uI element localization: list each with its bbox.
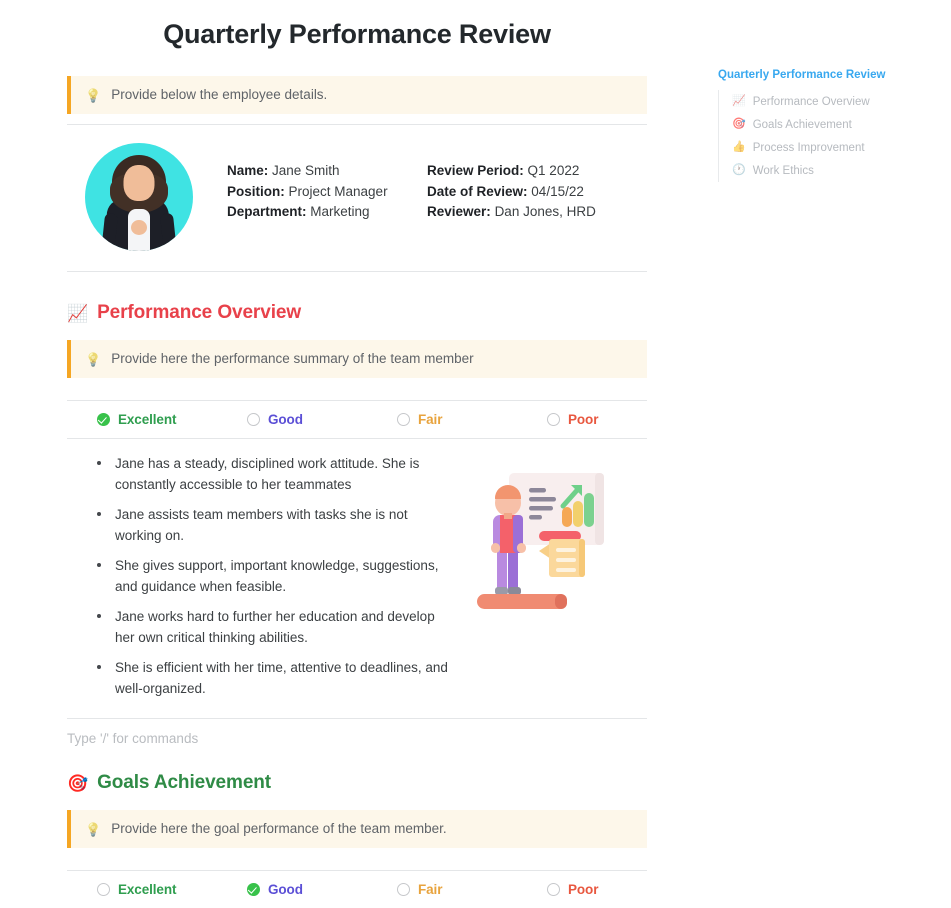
field-date-of-review: Date of Review: 04/15/22	[427, 182, 637, 203]
field-department-label: Department:	[227, 204, 307, 220]
intro-callout[interactable]: 💡 Provide below the employee details.	[67, 76, 647, 115]
chart-increasing-icon: 📈	[67, 303, 89, 323]
toc-item-label: Performance Overview	[752, 95, 870, 108]
radio-poor-icon[interactable]	[547, 413, 560, 427]
toc-item-performance-overview[interactable]: 📈 Performance Overview	[719, 90, 943, 113]
lightbulb-icon: 💡	[85, 351, 102, 367]
goals-achievement-rating-row: Excellent Good Fair Poor	[67, 871, 647, 908]
radio-good-icon[interactable]	[247, 413, 260, 427]
bullseye-icon: 🎯	[67, 773, 89, 793]
list-item[interactable]: She is efficient with her time, attentiv…	[93, 657, 457, 699]
thumbs-up-icon: 👍	[732, 141, 746, 153]
radio-good-icon[interactable]	[247, 883, 260, 897]
clock-icon: 🕐	[732, 164, 746, 176]
radio-poor-icon[interactable]	[547, 883, 560, 897]
rating-option-fair[interactable]: Fair	[397, 882, 547, 897]
field-date-of-review-value[interactable]: 04/15/22	[531, 184, 584, 199]
toc-item-label: Work Ethics	[752, 164, 814, 177]
toc-title[interactable]: Quarterly Performance Review	[718, 68, 943, 83]
rating-label-excellent: Excellent	[118, 882, 177, 898]
chart-increasing-icon: 📈	[732, 95, 746, 107]
toc-item-label: Process Improvement	[752, 141, 865, 154]
list-item[interactable]: Jane works hard to further her education…	[93, 606, 457, 648]
rating-label-fair: Fair	[418, 412, 443, 428]
bullseye-icon: 🎯	[732, 118, 746, 130]
field-reviewer-label: Reviewer:	[427, 204, 491, 220]
command-placeholder[interactable]: Type '/' for commands	[67, 719, 647, 746]
presenter-with-chart-board-illustration	[467, 463, 617, 613]
avatar[interactable]	[85, 143, 193, 252]
table-of-contents: Quarterly Performance Review 📈 Performan…	[718, 68, 943, 182]
toc-item-goals-achievement[interactable]: 🎯 Goals Achievement	[719, 113, 943, 136]
rating-option-fair[interactable]: Fair	[397, 412, 547, 427]
lightbulb-icon: 💡	[85, 821, 102, 837]
toc-item-process-improvement[interactable]: 👍 Process Improvement	[719, 136, 943, 159]
rating-label-poor: Poor	[568, 412, 599, 428]
rating-label-good: Good	[268, 882, 303, 898]
employee-details: Name: Jane Smith Position: Project Manag…	[67, 125, 647, 271]
avatar-wrapper	[85, 141, 195, 252]
rating-label-excellent: Excellent	[118, 412, 177, 428]
field-review-period-value[interactable]: Q1 2022	[528, 163, 580, 178]
list-item[interactable]: Jane has a steady, disciplined work atti…	[93, 453, 457, 495]
rating-option-excellent[interactable]: Excellent	[97, 882, 247, 897]
toc-item-label: Goals Achievement	[752, 118, 852, 131]
field-name-label: Name:	[227, 163, 269, 179]
rating-option-poor[interactable]: Poor	[547, 412, 697, 427]
rating-option-good[interactable]: Good	[247, 412, 397, 427]
field-department-value[interactable]: Marketing	[310, 204, 369, 219]
employee-fields-left: Name: Jane Smith Position: Project Manag…	[227, 161, 427, 223]
toc-item-work-ethics[interactable]: 🕐 Work Ethics	[719, 159, 943, 182]
radio-excellent-icon[interactable]	[97, 413, 110, 427]
performance-overview-callout-text: Provide here the performance summary of …	[111, 350, 474, 366]
rating-option-excellent[interactable]: Excellent	[97, 412, 247, 427]
rating-label-good: Good	[268, 412, 303, 428]
field-position: Position: Project Manager	[227, 182, 427, 203]
field-name-value[interactable]: Jane Smith	[272, 163, 340, 178]
performance-overview-bullet-list: Jane has a steady, disciplined work atti…	[67, 453, 457, 708]
radio-fair-icon[interactable]	[397, 883, 410, 897]
section-heading-label: Goals Achievement	[97, 772, 272, 794]
field-review-period: Review Period: Q1 2022	[427, 161, 637, 182]
rating-label-poor: Poor	[568, 882, 599, 898]
rating-option-good[interactable]: Good	[247, 882, 397, 897]
toc-list: 📈 Performance Overview 🎯 Goals Achieveme…	[718, 90, 943, 182]
field-reviewer: Reviewer: Dan Jones, HRD	[427, 202, 637, 223]
page-title[interactable]: Quarterly Performance Review	[67, 18, 647, 50]
performance-overview-rating-row: Excellent Good Fair Poor	[67, 401, 647, 438]
performance-overview-callout[interactable]: 💡 Provide here the performance summary o…	[67, 340, 647, 379]
goals-achievement-callout[interactable]: 💡 Provide here the goal performance of t…	[67, 810, 647, 849]
field-review-period-label: Review Period:	[427, 163, 524, 179]
employee-fields-right: Review Period: Q1 2022 Date of Review: 0…	[427, 161, 637, 223]
radio-excellent-icon[interactable]	[97, 883, 110, 897]
field-position-label: Position:	[227, 183, 285, 199]
document-page: Quarterly Performance Review 💡 Provide b…	[0, 0, 951, 897]
field-reviewer-value[interactable]: Dan Jones, HRD	[495, 204, 596, 219]
rating-option-poor[interactable]: Poor	[547, 882, 697, 897]
intro-callout-text: Provide below the employee details.	[111, 86, 328, 102]
performance-overview-content: Jane has a steady, disciplined work atti…	[67, 439, 647, 708]
section-heading-goals-achievement[interactable]: 🎯 Goals Achievement	[67, 772, 647, 794]
radio-fair-icon[interactable]	[397, 413, 410, 427]
field-position-value[interactable]: Project Manager	[289, 184, 388, 199]
lightbulb-icon: 💡	[85, 87, 102, 103]
field-date-of-review-label: Date of Review:	[427, 183, 528, 199]
rating-label-fair: Fair	[418, 882, 443, 898]
section-heading-label: Performance Overview	[97, 302, 302, 324]
field-department: Department: Marketing	[227, 202, 427, 223]
document-body: Quarterly Performance Review 💡 Provide b…	[0, 0, 714, 897]
section-heading-performance-overview[interactable]: 📈 Performance Overview	[67, 302, 647, 324]
field-name: Name: Jane Smith	[227, 161, 427, 182]
list-item[interactable]: She gives support, important knowledge, …	[93, 555, 457, 597]
list-item[interactable]: Jane assists team members with tasks she…	[93, 504, 457, 546]
goals-achievement-callout-text: Provide here the goal performance of the…	[111, 820, 447, 836]
